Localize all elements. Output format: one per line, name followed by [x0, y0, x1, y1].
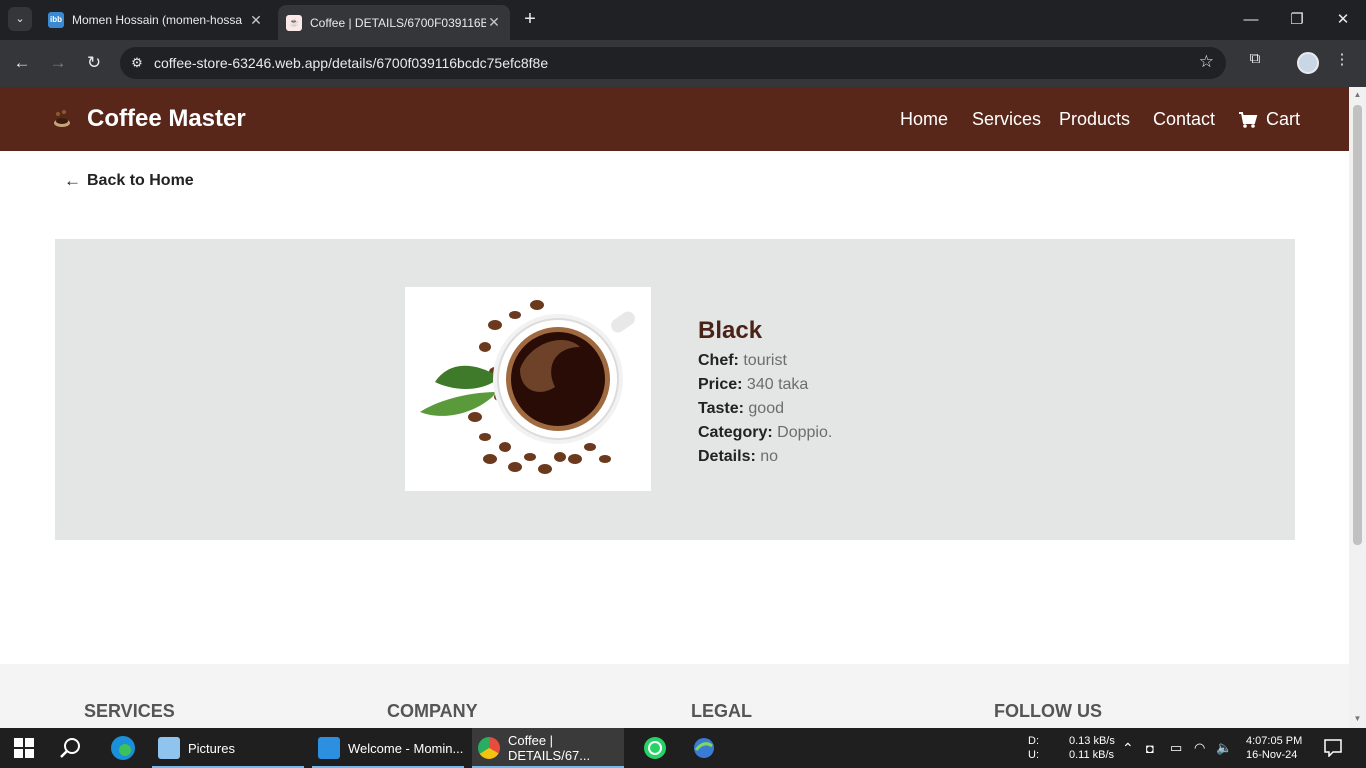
windows-start-icon[interactable] — [14, 728, 34, 768]
browser-chrome: ⌄ ibb Momen Hossain (momen-hossa ✕ ☕ Cof… — [0, 0, 1366, 87]
nav-cart[interactable]: Cart — [1266, 109, 1300, 130]
taskbar-app-label: Coffee | DETAILS/67... — [508, 733, 591, 763]
taskbar-vscode[interactable]: Welcome - Momin... — [312, 728, 464, 768]
price-label: Price: — [698, 376, 743, 393]
footer-company-heading: COMPANY — [387, 701, 478, 721]
network-speed: D: U: — [1028, 734, 1039, 762]
tab-momen-hossain[interactable]: ibb Momen Hossain (momen-hossa ✕ — [40, 5, 272, 35]
window-close-icon[interactable]: ✕ — [1320, 0, 1366, 40]
new-tab-icon[interactable]: + — [518, 8, 542, 32]
whatsapp-icon[interactable] — [643, 728, 667, 768]
wifi-icon[interactable]: ◠ — [1194, 728, 1205, 768]
download-label: D: — [1028, 735, 1039, 747]
profile-avatar-icon[interactable] — [1297, 52, 1319, 74]
brand-name[interactable]: Coffee Master — [87, 105, 246, 133]
reload-icon[interactable]: ↻ — [81, 50, 107, 76]
taskbar-pictures[interactable]: Pictures — [152, 728, 304, 768]
details-row: Details: no — [698, 445, 832, 469]
close-tab-icon[interactable]: ✕ — [248, 12, 264, 29]
page-scrollbar[interactable]: ▲ ▼ — [1349, 87, 1366, 728]
scroll-up-icon[interactable]: ▲ — [1353, 90, 1362, 99]
menu-icon[interactable]: ⋮ — [1328, 50, 1356, 68]
footer-legal-heading: LEGAL — [691, 701, 752, 721]
details-label: Details: — [698, 448, 756, 465]
tab-search-button[interactable]: ⌄ — [8, 7, 32, 31]
tab-strip: ⌄ ibb Momen Hossain (momen-hossa ✕ ☕ Cof… — [0, 0, 1366, 40]
minimize-icon[interactable]: — — [1228, 0, 1274, 40]
notifications-icon[interactable] — [1324, 728, 1342, 768]
taste-label: Taste: — [698, 400, 744, 417]
taskbar-chrome[interactable]: Coffee | DETAILS/67... — [472, 728, 624, 768]
tab-title: Momen Hossain (momen-hossa — [72, 13, 243, 27]
restore-icon[interactable]: ❐ — [1274, 0, 1320, 40]
site-navbar: Coffee Master Home Services Products Con… — [0, 87, 1349, 151]
chrome-icon — [478, 737, 500, 759]
url-text: coffee-store-63246.web.app/details/6700f… — [154, 55, 549, 71]
chevron-up-icon[interactable]: ⌃ — [1122, 728, 1134, 768]
forward-icon[interactable]: → — [45, 50, 71, 76]
meet-now-icon[interactable]: ◘ — [1146, 728, 1154, 768]
coffee-image — [405, 287, 651, 491]
extensions-icon[interactable]: ⧉ — [1241, 50, 1269, 67]
page-viewport: Coffee Master Home Services Products Con… — [0, 87, 1366, 728]
chef-label: Chef: — [698, 352, 739, 369]
category-value: Doppio. — [777, 424, 833, 441]
volume-icon[interactable]: 🔈 — [1216, 728, 1232, 768]
address-bar[interactable]: ⚙ coffee-store-63246.web.app/details/670… — [120, 47, 1226, 79]
close-tab-icon[interactable]: ✕ — [486, 14, 502, 31]
upload-label: U: — [1028, 749, 1039, 761]
pictures-folder-icon — [158, 737, 180, 759]
windows-taskbar: Pictures Welcome - Momin... Coffee | DET… — [0, 728, 1366, 768]
scroll-down-icon[interactable]: ▼ — [1353, 714, 1362, 723]
cart-icon[interactable] — [1238, 111, 1258, 129]
arrow-left-icon: ← — [64, 171, 81, 190]
battery-icon[interactable]: ▭ — [1170, 728, 1182, 768]
footer-services-heading: SERVICES — [84, 701, 175, 721]
price-value: 340 taka — [746, 376, 809, 393]
scroll-thumb[interactable] — [1353, 105, 1362, 545]
browser-toolbar: ← → ↻ ⚙ coffee-store-63246.web.app/detai… — [0, 40, 1366, 87]
taskbar-app-label: Welcome - Momin... — [348, 740, 464, 756]
nav-products[interactable]: Products — [1059, 109, 1130, 130]
nav-services[interactable]: Services — [972, 109, 1041, 130]
edge-icon[interactable] — [110, 728, 136, 768]
back-to-home-link[interactable]: ← Back to Home — [64, 171, 194, 191]
nav-contact[interactable]: Contact — [1153, 109, 1215, 130]
tab-title: Coffee | DETAILS/6700F039116B — [310, 15, 486, 30]
clock-time: 4:07:05 PM — [1246, 735, 1303, 747]
coffee-name: Black — [698, 317, 763, 344]
site-settings-icon[interactable]: ⚙ — [120, 55, 154, 71]
site-footer: SERVICES COMPANY LEGAL FOLLOW US — [0, 664, 1349, 728]
clock[interactable]: 4:07:05 PM 16-Nov-24 — [1246, 734, 1302, 762]
coffee-details-card: Black Chef: tourist Price: 340 taka Tast… — [55, 239, 1295, 540]
bookmark-star-icon[interactable]: ☆ — [1199, 52, 1214, 72]
taste-value: good — [748, 400, 784, 417]
taskbar-app-label: Pictures — [188, 740, 235, 756]
nav-home[interactable]: Home — [900, 109, 948, 130]
category-label: Category: — [698, 424, 773, 441]
chef-row: Chef: tourist — [698, 349, 832, 373]
back-label: Back to Home — [87, 172, 194, 189]
details-value: no — [760, 448, 779, 465]
back-icon[interactable]: ← — [9, 50, 35, 76]
coffee-logo-icon[interactable] — [50, 107, 74, 131]
coffee-info: Black Chef: tourist Price: 340 taka Tast… — [698, 317, 832, 469]
category-row: Category: Doppio. — [698, 421, 832, 445]
search-icon[interactable] — [60, 728, 82, 768]
download-speed: 0.13 kB/s — [1069, 735, 1115, 747]
taste-row: Taste: good — [698, 397, 832, 421]
coffee-cup-favicon-icon: ☕ — [286, 14, 302, 31]
vscode-icon — [318, 737, 340, 759]
clock-date: 16-Nov-24 — [1246, 749, 1298, 761]
chef-value: tourist — [743, 352, 787, 369]
price-row: Price: 340 taka — [698, 373, 832, 397]
download-manager-icon[interactable] — [692, 728, 716, 768]
footer-follow-heading: FOLLOW US — [994, 701, 1102, 721]
network-speed-values: 0.13 kB/s 0.11 kB/s — [1069, 734, 1115, 762]
upload-speed: 0.11 kB/s — [1069, 749, 1115, 761]
ibb-favicon-icon: ibb — [48, 12, 64, 28]
tab-coffee-details[interactable]: ☕ Coffee | DETAILS/6700F039116B ✕ — [278, 5, 510, 40]
